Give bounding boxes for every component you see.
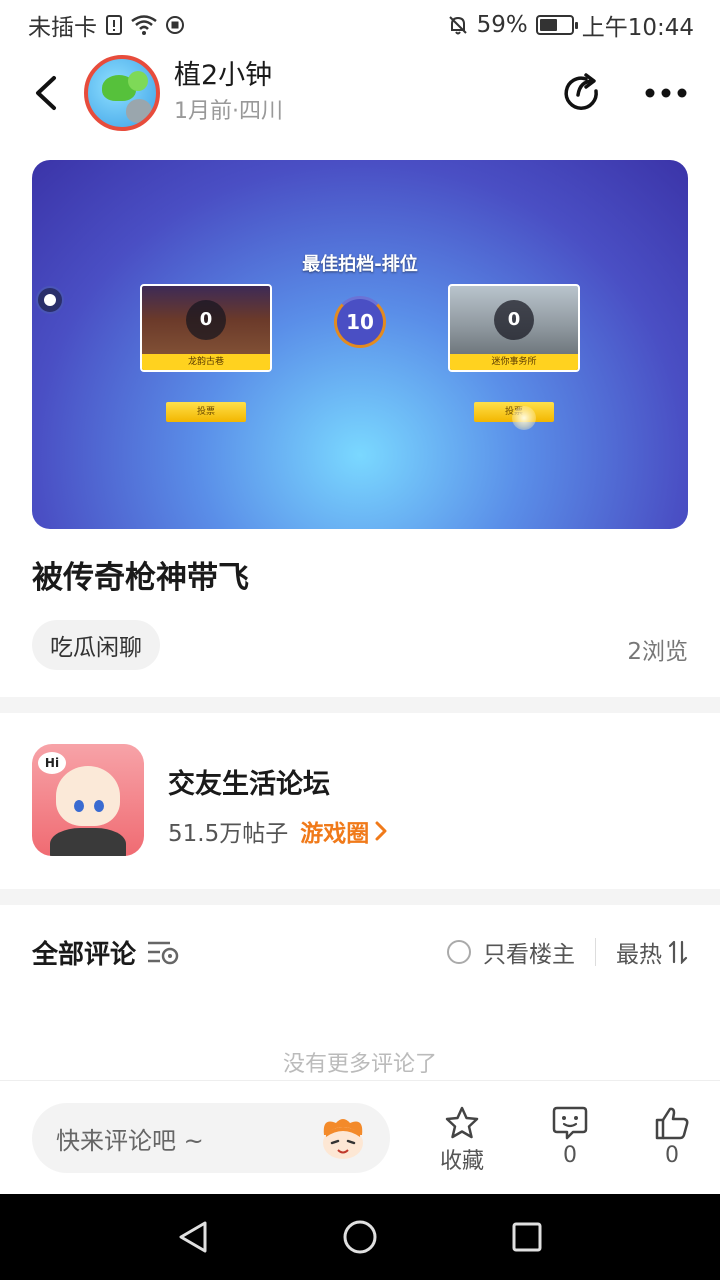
forum-post-count: 51.5万帖子 xyxy=(168,821,289,847)
comment-bubble-icon xyxy=(552,1106,588,1140)
battery-level xyxy=(539,19,558,31)
comment-button[interactable]: 0 xyxy=(530,1105,610,1168)
chevron-right-icon xyxy=(375,821,387,841)
list-filter-icon xyxy=(148,941,179,965)
back-button[interactable] xyxy=(16,63,76,123)
status-right: 59% 上午10:44 xyxy=(447,8,694,42)
author-info: 植2小钟 1月前·四川 xyxy=(174,59,283,127)
favorite-label: 收藏 xyxy=(439,1149,484,1174)
comments-title: 全部评论 xyxy=(32,939,137,970)
countdown-timer: 10 xyxy=(334,296,386,348)
view-count: 2浏览 xyxy=(627,639,688,665)
battery-percent: 59% xyxy=(476,12,528,38)
status-left: 未插卡 xyxy=(28,8,185,42)
square-recents-icon xyxy=(512,1222,542,1252)
topic-tag[interactable]: 吃瓜闲聊 xyxy=(32,620,160,670)
thumbs-up-icon xyxy=(655,1107,689,1140)
map-score-right: 0 xyxy=(494,299,534,340)
map-score-left: 0 xyxy=(186,299,226,340)
avatar-art xyxy=(126,99,152,123)
author-avatar[interactable] xyxy=(84,55,160,131)
nav-home-button[interactable] xyxy=(330,1207,390,1267)
bottom-action-bar: 快来评论吧 ~ 收藏 0 0 xyxy=(0,1080,720,1194)
battery-icon xyxy=(535,15,578,35)
vote-button-left: 投票 xyxy=(166,402,246,422)
only-op-label[interactable]: 只看楼主 xyxy=(483,935,575,969)
status-bar: 未插卡 59% 上午10:44 xyxy=(0,0,720,50)
section-divider xyxy=(0,697,720,713)
wifi-icon xyxy=(131,15,157,35)
more-dots-icon xyxy=(645,88,687,98)
star-icon xyxy=(445,1106,479,1139)
forum-category-link[interactable]: 游戏圈 xyxy=(300,814,387,848)
cursor-glow xyxy=(512,406,536,430)
clock: 上午10:44 xyxy=(581,15,694,41)
circle-home-icon xyxy=(343,1220,377,1254)
forum-name: 交友生活论坛 xyxy=(168,769,330,800)
sort-arrows-icon xyxy=(668,940,688,964)
section-divider xyxy=(0,889,720,905)
comment-count: 0 xyxy=(563,1143,577,1168)
forum-art xyxy=(50,828,126,856)
forum-badge: Hi xyxy=(38,752,66,774)
forum-art xyxy=(74,800,84,812)
map-card-right: 0 迷你事务所 xyxy=(448,284,580,372)
triangle-back-icon xyxy=(179,1221,207,1253)
sort-label: 最热 xyxy=(616,942,662,968)
forum-icon: Hi xyxy=(32,744,144,856)
forum-category-label: 游戏圈 xyxy=(300,821,370,847)
comments-header: 全部评论 只看楼主 最热 xyxy=(0,906,720,998)
header-actions xyxy=(558,69,690,117)
divider xyxy=(595,938,596,966)
more-button[interactable] xyxy=(642,69,690,117)
nav-recents-button[interactable] xyxy=(497,1207,557,1267)
map-label-left: 龙韵古巷 xyxy=(142,354,270,370)
comments-controls: 只看楼主 最热 xyxy=(447,935,688,969)
media-title: 最佳拍档-排位 xyxy=(302,254,418,275)
favorite-button[interactable]: 收藏 xyxy=(422,1105,502,1175)
nav-back-button[interactable] xyxy=(163,1207,223,1267)
post-meta: 1月前·四川 xyxy=(174,99,283,124)
post-media[interactable]: 最佳拍档-排位 0 龙韵古巷 10 0 迷你事务所 投票 投票 xyxy=(32,160,688,529)
forum-art xyxy=(56,766,120,826)
chevron-left-icon xyxy=(36,76,56,110)
comment-input-placeholder: 快来评论吧 ~ xyxy=(56,1126,204,1155)
map-label-right: 迷你事务所 xyxy=(450,354,578,370)
record-icon xyxy=(165,15,185,35)
carrier-text: 未插卡 xyxy=(28,15,97,41)
system-nav-bar xyxy=(0,1194,720,1280)
forum-card[interactable]: Hi 交友生活论坛 51.5万帖子 游戏圈 xyxy=(0,714,720,886)
forum-stats: 51.5万帖子 游戏圈 xyxy=(168,814,387,848)
sim-alert-icon xyxy=(105,14,123,36)
post-header: 植2小钟 1月前·四川 xyxy=(0,52,720,134)
author-name[interactable]: 植2小钟 xyxy=(174,59,283,93)
map-card-left: 0 龙韵古巷 xyxy=(140,284,272,372)
no-more-comments: 没有更多评论了 xyxy=(282,1052,437,1077)
comment-filter-button[interactable] xyxy=(146,939,180,965)
side-indicator-icon xyxy=(36,286,64,314)
mute-bell-icon xyxy=(447,14,469,36)
like-button[interactable]: 0 xyxy=(632,1105,712,1168)
mascot-emoji-icon[interactable] xyxy=(318,1115,368,1161)
only-op-radio[interactable] xyxy=(447,940,471,964)
sort-toggle[interactable]: 最热 xyxy=(616,935,688,969)
forum-art xyxy=(94,800,104,812)
share-icon xyxy=(564,73,598,110)
post-title: 被传奇枪神带飞 xyxy=(32,560,249,596)
avatar-art xyxy=(128,71,148,91)
like-count: 0 xyxy=(665,1143,679,1168)
share-button[interactable] xyxy=(558,69,606,117)
